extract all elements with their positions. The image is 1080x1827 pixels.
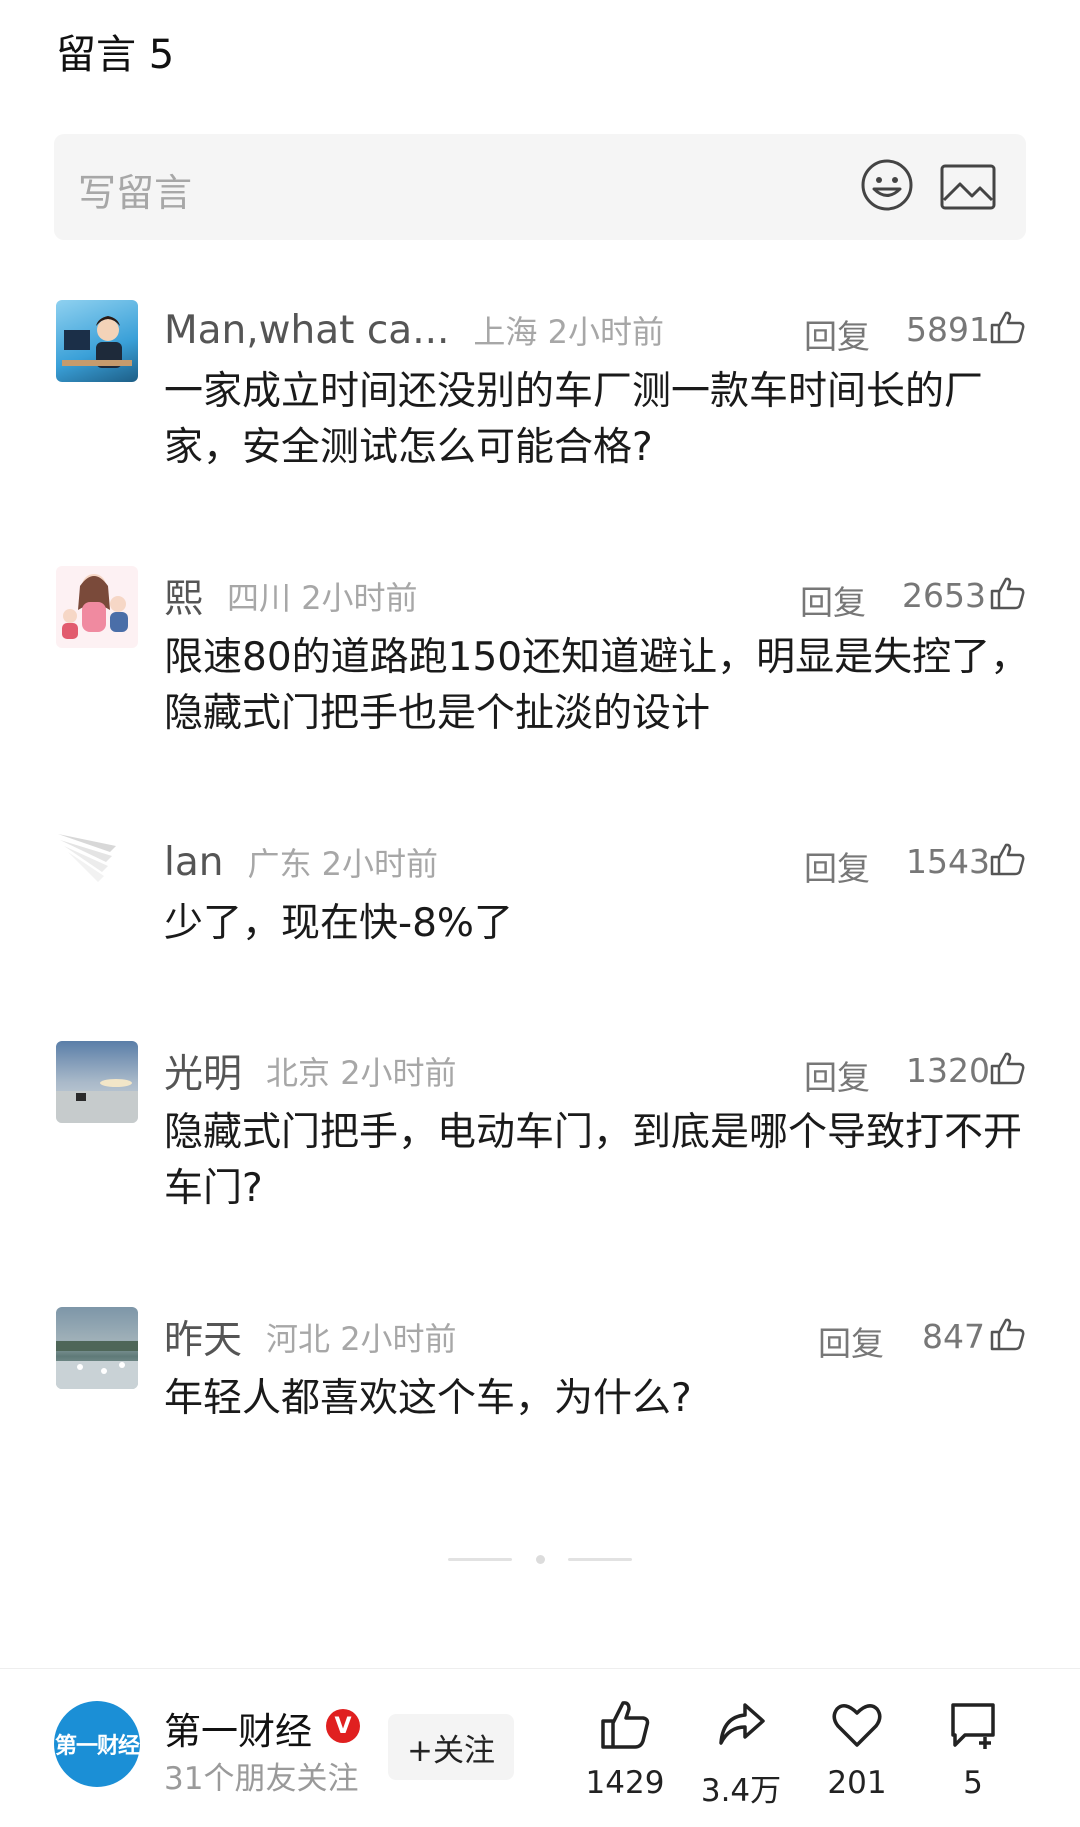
- thumbs-up-icon[interactable]: [988, 574, 1026, 612]
- comment-text: 一家成立时间还没别的车厂测一款车时间长的厂家，安全测试怎么可能合格?: [164, 369, 984, 470]
- reply-button[interactable]: 回复: [804, 310, 870, 358]
- comment-action[interactable]: 5: [918, 1699, 1028, 1801]
- like-count: 5891: [906, 310, 990, 349]
- like-count: 2653: [902, 576, 986, 615]
- avatar[interactable]: [56, 1307, 138, 1389]
- bottom-action-bar: 第一财经 第一财经 V 31个朋友关注 +关注 1429 3.4万 201 5: [0, 1668, 1080, 1827]
- avatar-image: [56, 1341, 138, 1389]
- image-icon[interactable]: [940, 162, 996, 212]
- like-count: 847: [922, 1317, 985, 1356]
- like-count-total: 1429: [585, 1765, 665, 1801]
- comment-location-time: 四川 2小时前: [227, 579, 418, 617]
- thumbs-up-icon: [601, 1701, 650, 1749]
- share-action[interactable]: 3.4万: [686, 1699, 796, 1810]
- page-title: 留言 5: [56, 32, 175, 78]
- account-name[interactable]: 第一财经: [164, 1701, 312, 1755]
- avatar-image: [56, 1079, 138, 1123]
- comment-text: 隐藏式门把手，电动车门，到底是哪个导致打不开车门?: [164, 1110, 1023, 1211]
- comment-username[interactable]: 昨天: [164, 1309, 242, 1365]
- emoji-icon[interactable]: [860, 158, 914, 212]
- reply-button[interactable]: 回复: [818, 1317, 884, 1365]
- pager-line-left: [448, 1558, 512, 1561]
- thumbs-up-icon[interactable]: [988, 1049, 1026, 1087]
- comment-compose-box[interactable]: 写留言: [54, 134, 1026, 240]
- like-count: 1543: [906, 842, 990, 881]
- share-icon: [719, 1703, 765, 1745]
- avatar-image: [62, 316, 132, 368]
- comment-count: 5: [963, 1765, 983, 1801]
- heart-icon: [832, 1704, 882, 1747]
- comment-location-time: 上海 2小时前: [473, 313, 664, 351]
- comment-username[interactable]: 熙: [164, 568, 203, 624]
- follow-button[interactable]: +关注: [388, 1714, 514, 1780]
- like-action[interactable]: 1429: [570, 1699, 680, 1801]
- favorite-action[interactable]: 201: [802, 1699, 912, 1801]
- avatar[interactable]: [56, 566, 138, 648]
- account-logo[interactable]: 第一财经: [54, 1701, 140, 1787]
- avatar[interactable]: [56, 1041, 138, 1123]
- comment-username[interactable]: Man,what ca...: [164, 308, 449, 353]
- share-count: 3.4万: [700, 1773, 782, 1809]
- avatar[interactable]: [56, 300, 138, 382]
- reply-button[interactable]: 回复: [804, 842, 870, 890]
- comment-add-icon: [951, 1703, 995, 1749]
- comment-username[interactable]: 光明: [164, 1043, 242, 1099]
- avatar-image: [58, 834, 116, 882]
- comment-location-time: 北京 2小时前: [266, 1054, 457, 1092]
- reply-button[interactable]: 回复: [800, 576, 866, 624]
- favorite-count: 201: [827, 1765, 887, 1801]
- comment-text: 年轻人都喜欢这个车，为什么?: [164, 1376, 692, 1421]
- avatar-image: [62, 574, 128, 639]
- comment-text: 限速80的道路跑150还知道避让，明显是失控了，隐藏式门把手也是个扯淡的设计: [164, 635, 1030, 736]
- verified-badge-icon: V: [326, 1709, 360, 1743]
- compose-placeholder[interactable]: 写留言: [78, 162, 192, 217]
- followers-text: 31个朋友关注: [164, 1761, 359, 1797]
- pager-line-right: [568, 1558, 632, 1561]
- thumbs-up-icon[interactable]: [988, 308, 1026, 346]
- thumbs-up-icon[interactable]: [988, 840, 1026, 878]
- reply-button[interactable]: 回复: [804, 1051, 870, 1099]
- page-indicator: [0, 1554, 1080, 1564]
- avatar[interactable]: [56, 832, 138, 914]
- pager-dot: [536, 1555, 545, 1564]
- thumbs-up-icon[interactable]: [988, 1315, 1026, 1353]
- comment-text: 少了，现在快-8%了: [164, 901, 513, 946]
- comment-location-time: 河北 2小时前: [266, 1320, 457, 1358]
- comment-location-time: 广东 2小时前: [247, 845, 438, 883]
- like-count: 1320: [906, 1051, 990, 1090]
- comment-username[interactable]: lan: [164, 840, 223, 885]
